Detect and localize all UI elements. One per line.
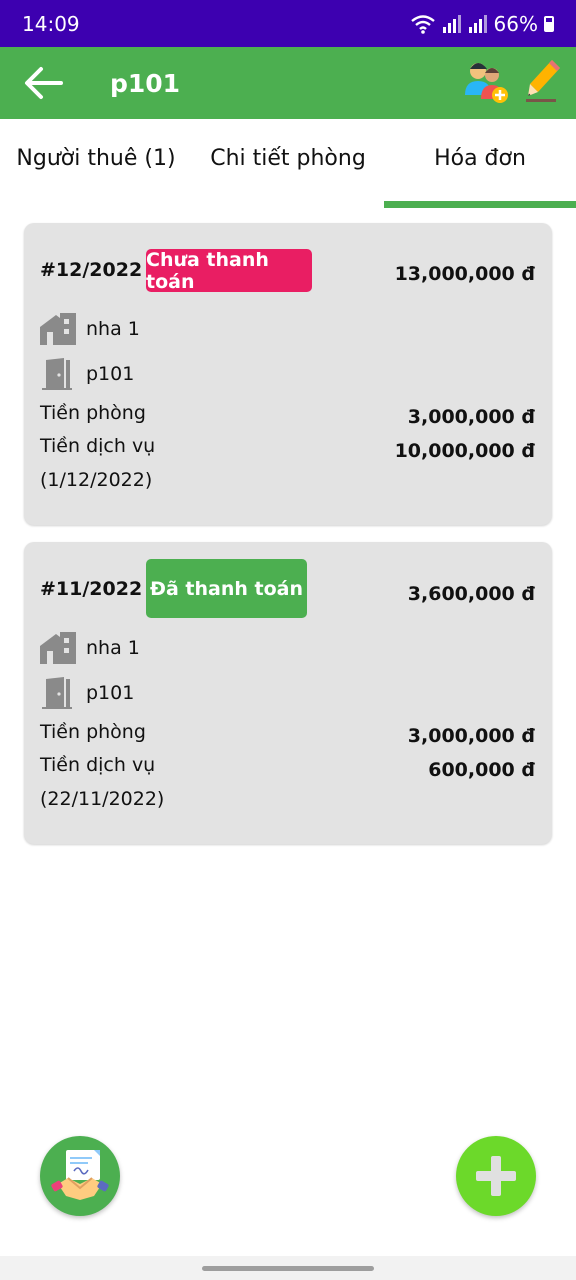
- house-name: nha 1: [86, 637, 140, 659]
- status-badge-paid: Đã thanh toán: [146, 559, 307, 618]
- service-fee-value: 10,000,000 đ: [394, 440, 535, 462]
- invoice-card[interactable]: #11/2022 Đã thanh toán 3,600,000 đ nha 1…: [24, 542, 552, 844]
- tab-room-details[interactable]: Chi tiết phòng: [192, 119, 384, 208]
- status-bar: 14:09 66%: [0, 0, 576, 47]
- wifi-icon: [410, 14, 435, 34]
- invoice-date: (1/12/2022): [40, 469, 153, 491]
- service-fee-label: Tiền dịch vụ: [40, 435, 156, 457]
- status-badge-unpaid: Chưa thanh toán: [146, 249, 312, 293]
- add-tenant-icon: [465, 63, 508, 103]
- room-fee-label: Tiền phòng: [40, 402, 146, 424]
- service-fee-value: 600,000 đ: [428, 759, 535, 781]
- room-fee-label: Tiền phòng: [40, 721, 146, 743]
- invoice-total: 3,600,000 đ: [407, 583, 535, 605]
- door-icon: [42, 358, 72, 390]
- status-icons: 66%: [410, 12, 554, 36]
- app-bar-actions: [462, 57, 576, 109]
- add-tenant-button[interactable]: [462, 57, 510, 109]
- battery-icon: [544, 15, 554, 32]
- invoice-date: (22/11/2022): [40, 788, 165, 810]
- room-fee-value: 3,000,000 đ: [407, 725, 535, 747]
- edit-button[interactable]: [526, 58, 562, 108]
- room-row: p101: [40, 677, 134, 709]
- tab-tenants[interactable]: Người thuê (1): [0, 119, 192, 208]
- page-title: p101: [110, 68, 181, 98]
- system-nav-bar: [0, 1256, 576, 1280]
- status-time: 14:09: [22, 11, 80, 36]
- house-icon: [40, 313, 76, 345]
- house-row: nha 1: [40, 632, 140, 664]
- invoice-id: #11/2022: [40, 578, 143, 600]
- door-icon: [42, 677, 72, 709]
- room-name: p101: [86, 682, 135, 704]
- room-row: p101: [40, 358, 134, 390]
- house-icon: [40, 632, 76, 664]
- room-fee-value: 3,000,000 đ: [407, 406, 535, 428]
- tab-bar: Người thuê (1) Chi tiết phòng Hóa đơn: [0, 119, 576, 208]
- invoice-card[interactable]: #12/2022 Chưa thanh toán 13,000,000 đ nh…: [24, 223, 552, 525]
- plus-icon: [476, 1156, 516, 1196]
- back-button[interactable]: [0, 47, 86, 119]
- service-fee-label: Tiền dịch vụ: [40, 754, 156, 776]
- app-bar: p101: [0, 47, 576, 119]
- room-name: p101: [86, 363, 135, 385]
- pencil-icon: [526, 60, 560, 102]
- add-invoice-button[interactable]: [456, 1136, 536, 1216]
- home-indicator[interactable]: [202, 1266, 374, 1271]
- house-name: nha 1: [86, 318, 140, 340]
- signal-icon: [442, 14, 461, 33]
- contract-button[interactable]: [40, 1136, 120, 1216]
- invoice-total: 13,000,000 đ: [394, 263, 535, 285]
- signal-icon: [468, 14, 487, 33]
- battery-level: 66%: [493, 11, 538, 36]
- house-row: nha 1: [40, 313, 140, 345]
- tab-invoices[interactable]: Hóa đơn: [384, 119, 576, 208]
- handshake-contract-icon: [51, 1150, 109, 1200]
- arrow-left-icon: [25, 67, 63, 99]
- invoice-id: #12/2022: [40, 259, 143, 281]
